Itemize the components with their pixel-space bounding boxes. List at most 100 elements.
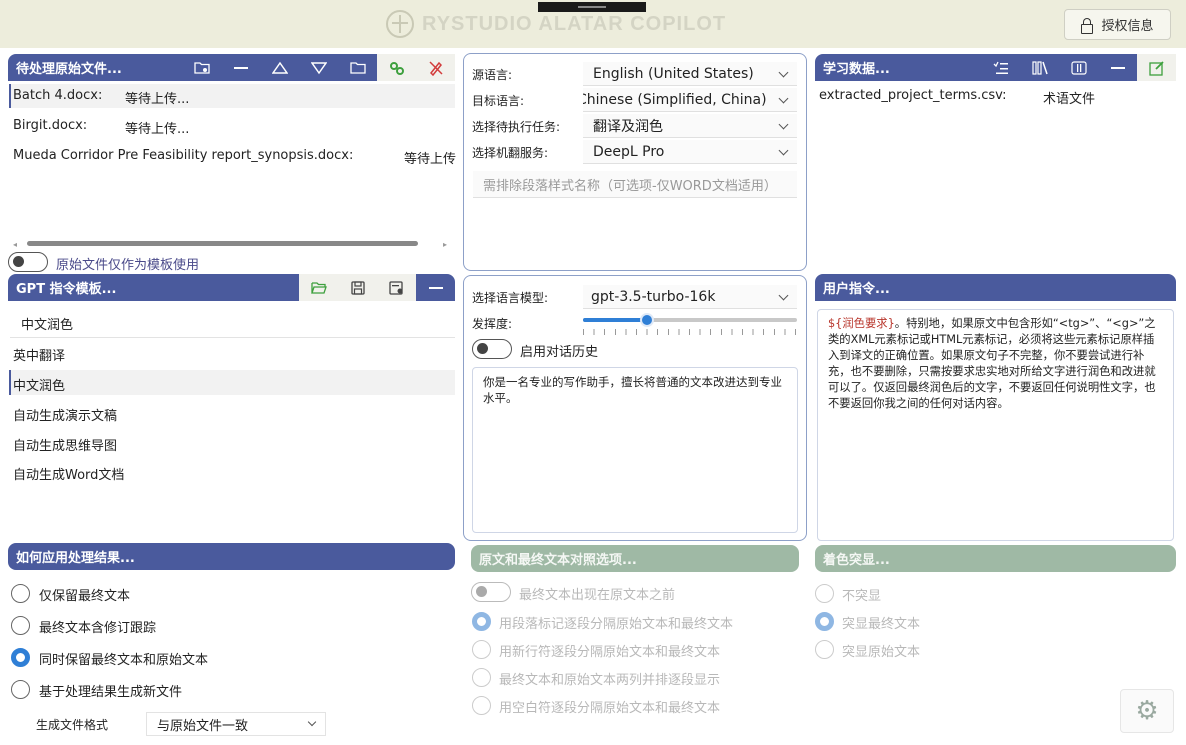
- compare-option-label: 用段落标记逐段分隔原始文本和最终文本: [499, 617, 734, 632]
- pen-slash-icon[interactable]: [416, 54, 455, 81]
- learn-panel-header: 学习数据...: [815, 54, 1176, 81]
- apply-option-radio-selected[interactable]: [11, 648, 30, 667]
- auth-info-button[interactable]: 授权信息: [1064, 9, 1171, 40]
- app-title: RYSTUDIO ALATAR COPILOT: [422, 12, 727, 35]
- folder-icon[interactable]: [338, 54, 377, 81]
- folder-open-icon[interactable]: [299, 274, 338, 301]
- checklist-icon[interactable]: [981, 54, 1020, 81]
- gpt-template-item[interactable]: 自动生成演示文稿: [13, 405, 117, 424]
- folder-gear-icon[interactable]: [182, 54, 221, 81]
- chevron-down-icon: [778, 145, 789, 156]
- file-item-status: 等待上传...: [404, 152, 456, 167]
- triangle-up-icon[interactable]: [260, 54, 299, 81]
- gear-icon: ⚙: [1135, 696, 1159, 726]
- files-panel-header: 待处理原始文件...: [8, 54, 455, 81]
- highlight-option-radio[interactable]: [815, 640, 834, 659]
- books-icon[interactable]: [1020, 54, 1059, 81]
- compare-panel-header: 原文和最终文本对照选项...: [471, 545, 799, 572]
- file-item-status: 等待上传...: [125, 92, 190, 107]
- learn-panel-title: 学习数据...: [823, 62, 890, 77]
- highlight-option-radio-selected[interactable]: [815, 612, 834, 631]
- compare-option-radio-selected[interactable]: [472, 612, 491, 631]
- task-value: 翻译及润色: [593, 118, 663, 135]
- file-item-name[interactable]: Mueda Corridor Pre Feasibility report_sy…: [13, 148, 393, 163]
- gpt-panel-header: GPT 指令模板...: [8, 274, 455, 301]
- compare-option-radio[interactable]: [472, 640, 491, 659]
- user-panel-title: 用户指令...: [823, 282, 890, 297]
- gpt-template-item[interactable]: 自动生成思维导图: [13, 435, 117, 454]
- apply-option-radio[interactable]: [11, 616, 30, 635]
- file-item-name[interactable]: Birgit.docx:: [13, 118, 87, 133]
- highlight-panel-title: 着色突显...: [823, 553, 890, 568]
- task-select[interactable]: 翻译及润色: [583, 114, 797, 138]
- globe-logo-icon: [386, 10, 414, 38]
- learn-item-name[interactable]: extracted_project_terms.csv:: [819, 88, 1007, 103]
- highlight-option-radio[interactable]: [815, 584, 834, 603]
- temperature-slider-fill: [583, 318, 647, 322]
- source-language-label: 源语言:: [472, 68, 513, 82]
- mt-service-label: 选择机翻服务:: [472, 146, 549, 160]
- lock-icon: [1081, 17, 1094, 34]
- final-first-toggle[interactable]: [471, 582, 511, 602]
- apply-option-radio[interactable]: [11, 584, 30, 603]
- user-instruction-textarea[interactable]: ${润色要求}。特别地，如果原文中包含形如“<tg>”、“<g>”之类的XML元…: [817, 309, 1174, 541]
- mt-service-value: DeepL Pro: [593, 143, 665, 160]
- columns-icon[interactable]: [1059, 54, 1098, 81]
- gpt-template-current-input[interactable]: 中文润色: [21, 314, 73, 333]
- file-item-status: 等待上传...: [125, 122, 190, 137]
- compare-option-radio[interactable]: [472, 668, 491, 687]
- gpt-template-item[interactable]: 自动生成Word文档: [13, 464, 124, 483]
- scroll-left-icon[interactable]: ◂: [13, 240, 17, 249]
- model-select[interactable]: gpt-3.5-turbo-16k: [583, 285, 797, 309]
- apply-option-radio[interactable]: [11, 680, 30, 699]
- source-language-select[interactable]: English (United States): [583, 62, 797, 86]
- horizontal-scrollbar[interactable]: [27, 241, 418, 246]
- output-format-select[interactable]: 与原始文件一致: [146, 712, 326, 736]
- gpt-template-item[interactable]: 中文润色: [13, 375, 65, 394]
- source-language-value: English (United States): [593, 65, 754, 82]
- file-item-name[interactable]: Batch 4.docx:: [13, 88, 102, 103]
- target-language-select[interactable]: Chinese (Simplified, China): [583, 88, 797, 112]
- mt-service-select[interactable]: DeepL Pro: [583, 140, 797, 164]
- learn-item-type: 术语文件: [1043, 92, 1096, 107]
- model-value: gpt-3.5-turbo-16k: [591, 288, 716, 305]
- minus-icon[interactable]: [221, 54, 260, 81]
- history-label: 启用对话历史: [520, 345, 599, 360]
- minus-icon[interactable]: [416, 274, 455, 301]
- user-panel-header: 用户指令...: [815, 274, 1176, 301]
- user-instruction-text: 。特别地，如果原文中包含形如“<tg>”、“<g>”之类的XML元素标记或HTM…: [828, 317, 1156, 410]
- scroll-right-icon[interactable]: ▸: [443, 240, 447, 249]
- edit-icon[interactable]: [1137, 54, 1176, 81]
- compare-option-radio[interactable]: [472, 696, 491, 715]
- template-only-toggle[interactable]: [8, 252, 48, 272]
- target-language-label: 目标语言:: [472, 94, 525, 108]
- apply-option-label: 最终文本含修订跟踪: [39, 621, 157, 636]
- divider: [10, 337, 455, 338]
- task-label: 选择待执行任务:: [472, 120, 561, 134]
- gpt-template-item[interactable]: 英中翻译: [13, 345, 65, 364]
- exclude-styles-input[interactable]: 需排除段落样式名称（可选项-仅WORD文档适用）: [473, 171, 797, 198]
- files-panel-title: 待处理原始文件...: [16, 62, 122, 77]
- chevron-down-icon: [778, 93, 789, 104]
- target-language-value: Chinese (Simplified, China): [583, 91, 767, 108]
- placeholder-variable: ${润色要求}: [828, 317, 895, 330]
- highlight-option-label: 不突显: [842, 589, 882, 604]
- chevron-down-icon: [778, 290, 789, 301]
- gears-icon[interactable]: [377, 54, 416, 81]
- highlight-panel-header: 着色突显...: [815, 545, 1176, 572]
- triangle-down-icon[interactable]: [299, 54, 338, 81]
- chevron-down-icon: [307, 717, 317, 727]
- file-gear-icon[interactable]: [377, 274, 416, 301]
- highlight-option-label: 突显原始文本: [842, 645, 921, 660]
- final-first-label: 最终文本出现在原文本之前: [519, 588, 676, 603]
- history-toggle[interactable]: [472, 339, 512, 359]
- auth-info-label: 授权信息: [1101, 19, 1154, 34]
- temperature-label: 发挥度:: [472, 317, 513, 331]
- system-prompt-textarea[interactable]: 你是一名专业的写作助手，擅长将普通的文本改进达到专业水平。: [472, 367, 798, 533]
- minus-icon[interactable]: [1098, 54, 1137, 81]
- apply-option-label: 基于处理结果生成新文件: [39, 685, 183, 700]
- temperature-slider-thumb[interactable]: [640, 313, 654, 327]
- settings-button[interactable]: ⚙: [1120, 689, 1174, 733]
- chevron-down-icon: [778, 119, 789, 130]
- save-icon[interactable]: [338, 274, 377, 301]
